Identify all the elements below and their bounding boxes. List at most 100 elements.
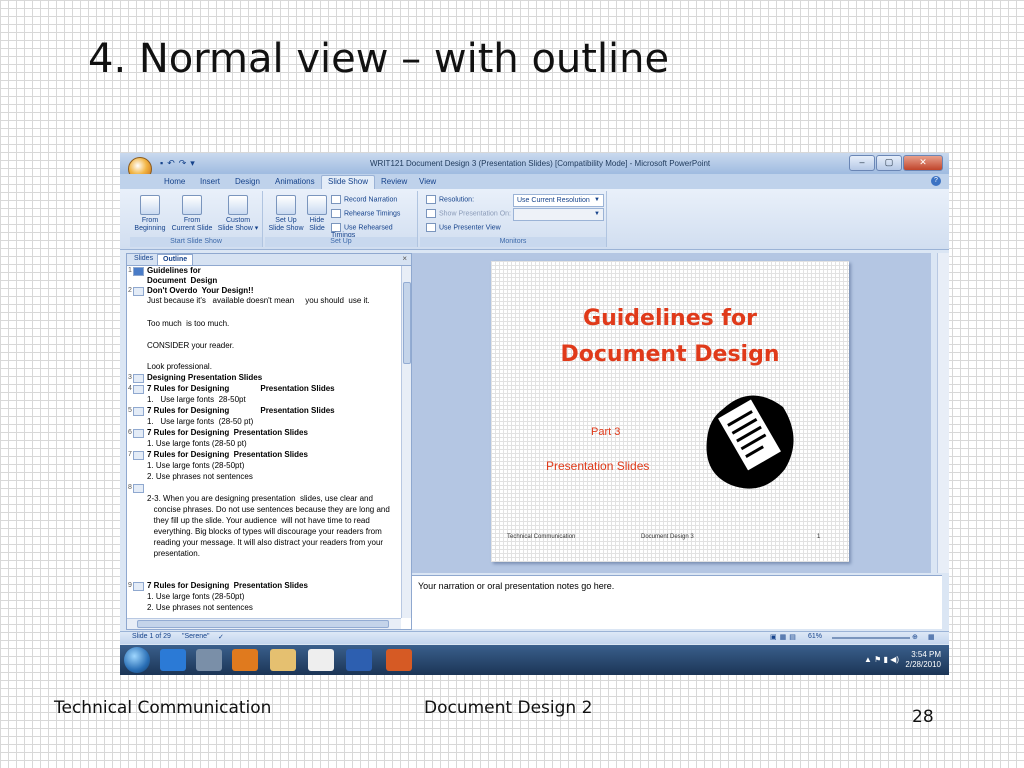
outline-slide-title[interactable]: 7 Rules for Designing Presentation Slide… bbox=[147, 406, 335, 416]
redo-icon[interactable]: ↷ bbox=[179, 158, 191, 168]
spell-check-icon[interactable]: ✓ bbox=[218, 633, 224, 641]
zoom-level[interactable]: 61% bbox=[808, 633, 822, 640]
zoom-slider[interactable] bbox=[832, 637, 910, 639]
outline-content[interactable]: 1 Guidelines for Document Design 2 Don't Ove… bbox=[127, 266, 401, 618]
hide-slide-button[interactable]: Hide Slide bbox=[305, 195, 329, 233]
outline-text-line[interactable]: 2. Use phrases not sentences bbox=[147, 603, 253, 613]
slide-icon[interactable] bbox=[133, 385, 144, 394]
slide-part[interactable]: Part 3 bbox=[591, 426, 620, 438]
slide-icon[interactable] bbox=[133, 484, 144, 493]
media-player-icon[interactable] bbox=[232, 649, 258, 671]
notes-placeholder[interactable]: Your narration or oral presentation note… bbox=[418, 581, 614, 591]
outline-horizontal-scrollbar[interactable] bbox=[127, 618, 401, 629]
outline-text-line[interactable]: 1. Use large fonts (28-50pt) bbox=[147, 592, 244, 602]
fit-slide-icon[interactable]: ▦ bbox=[928, 633, 935, 641]
record-narration-label: Record Narration bbox=[344, 196, 398, 204]
outline-pane: Slides Outline × 1 Guidelines for Document… bbox=[126, 253, 412, 630]
outline-text-line[interactable]: reading your message. It will also distr… bbox=[147, 538, 383, 548]
outline-slide-title[interactable]: 7 Rules for Designing Presentation Slide… bbox=[147, 581, 308, 591]
start-button[interactable] bbox=[124, 647, 150, 673]
tab-slides[interactable]: Slides bbox=[129, 254, 158, 264]
close-pane-icon[interactable]: × bbox=[402, 254, 407, 263]
outline-text-line[interactable]: CONSIDER your reader. bbox=[147, 341, 234, 351]
outline-text-line[interactable]: 2. Use phrases not sentences bbox=[147, 472, 253, 482]
outline-text-line[interactable]: they fill up the slide. Your audience wi… bbox=[147, 516, 370, 526]
outline-slide-title[interactable]: Don't Overdo Your Design!! bbox=[147, 286, 254, 296]
outline-text-line[interactable]: 2-3. When you are designing presentation… bbox=[147, 494, 373, 504]
slide-icon[interactable] bbox=[133, 451, 144, 460]
resolution-dropdown[interactable]: Use Current Resolution ▼ bbox=[513, 194, 604, 207]
view-buttons[interactable]: ▣▦▤ bbox=[770, 633, 799, 641]
slide-icon[interactable] bbox=[133, 287, 144, 296]
outline-slide-title[interactable]: Guidelines for bbox=[147, 266, 201, 276]
from-current-button[interactable]: From Current Slide bbox=[170, 195, 214, 233]
use-presenter-view-checkbox[interactable]: Use Presenter View bbox=[426, 223, 501, 232]
help-icon[interactable]: ? bbox=[931, 176, 941, 186]
slide-number: 9 bbox=[128, 582, 132, 589]
app-s-icon[interactable] bbox=[308, 649, 334, 671]
tab-outline[interactable]: Outline bbox=[157, 254, 194, 265]
tab-review[interactable]: Review bbox=[381, 177, 407, 186]
word-icon[interactable] bbox=[346, 649, 372, 671]
outline-text-line[interactable]: concise phrases. Do not use sentences be… bbox=[147, 505, 390, 515]
outline-slide-title[interactable]: 7 Rules for Designing Presentation Slide… bbox=[147, 428, 308, 438]
show-presentation-on-dropdown[interactable]: ▼ bbox=[513, 208, 604, 221]
maximize-button[interactable]: ▢ bbox=[876, 155, 902, 171]
undo-icon[interactable]: ↶ bbox=[167, 158, 179, 168]
clock[interactable]: 3:54 PM 2/28/2010 bbox=[905, 650, 941, 670]
outline-slide-title[interactable]: 7 Rules for Designing Presentation Slide… bbox=[147, 384, 335, 394]
set-up-slide-show-button[interactable]: Set Up Slide Show bbox=[267, 195, 305, 233]
slide-icon[interactable] bbox=[133, 582, 144, 591]
custom-slide-show-button[interactable]: Custom Slide Show ▾ bbox=[216, 195, 260, 233]
outline-text-line[interactable]: Too much is too much. bbox=[147, 319, 229, 329]
tab-design[interactable]: Design bbox=[235, 177, 260, 186]
outline-text-line[interactable]: 1. Use large fonts (28-50pt) bbox=[147, 461, 244, 471]
slide-subtitle[interactable]: Presentation Slides bbox=[546, 459, 649, 473]
microphone-icon bbox=[331, 195, 341, 204]
powerpoint-icon[interactable] bbox=[386, 649, 412, 671]
tab-animations[interactable]: Animations bbox=[275, 177, 315, 186]
slide-icon[interactable] bbox=[133, 429, 144, 438]
scroll-thumb[interactable] bbox=[137, 620, 389, 628]
outline-text-line[interactable]: 1. Use large fonts (28-50 pt) bbox=[147, 439, 247, 449]
page-number: 28 bbox=[912, 707, 934, 727]
tab-view[interactable]: View bbox=[419, 177, 436, 186]
document-clipart-icon[interactable] bbox=[703, 389, 799, 493]
scroll-thumb[interactable] bbox=[403, 282, 411, 364]
slide-icon[interactable] bbox=[133, 407, 144, 416]
from-beginning-button[interactable]: From Beginning bbox=[132, 195, 168, 233]
zoom-in-icon[interactable]: ⊕ bbox=[912, 633, 918, 641]
calculator-icon[interactable] bbox=[196, 649, 222, 671]
notes-pane[interactable]: Your narration or oral presentation note… bbox=[412, 575, 942, 629]
outline-text-line[interactable]: 1. Use large fonts (28-50 pt) bbox=[147, 417, 253, 427]
slide-icon[interactable] bbox=[133, 374, 144, 383]
minimize-button[interactable]: – bbox=[849, 155, 875, 171]
monitors-label: Monitors bbox=[420, 237, 606, 247]
rehearse-timings-button[interactable]: Rehearse Timings bbox=[331, 209, 400, 218]
outline-text-line[interactable]: everything. Big blocks of types will dis… bbox=[147, 527, 382, 537]
outline-vertical-scrollbar[interactable] bbox=[401, 266, 411, 618]
from-current-label-2: Current Slide bbox=[171, 225, 213, 232]
outline-text-line[interactable]: presentation. bbox=[147, 549, 200, 559]
outline-text-line[interactable]: 1. Use large fonts 28-50pt bbox=[147, 395, 246, 405]
quick-access-toolbar[interactable]: ▪↶↷▾ bbox=[160, 158, 199, 169]
outline-slide-title[interactable]: 7 Rules for Designing Presentation Slide… bbox=[147, 450, 308, 460]
from-current-icon bbox=[182, 195, 202, 215]
outline-slide-title[interactable]: Designing Presentation Slides bbox=[147, 373, 262, 383]
status-bar: Slide 1 of 29 "Serene" ✓ ▣▦▤ 61% ⊕ ▦ bbox=[120, 631, 949, 644]
record-narration-button[interactable]: Record Narration bbox=[331, 195, 397, 204]
slide-title[interactable]: Guidelines for Document Design bbox=[491, 301, 849, 373]
slide-icon[interactable] bbox=[133, 267, 144, 276]
tray-icons[interactable]: ▲ ⚑ ▮ ◀) bbox=[864, 655, 899, 664]
customize-icon[interactable]: ▾ bbox=[190, 158, 199, 168]
current-slide[interactable]: Guidelines for Document Design Part 3 Pr… bbox=[491, 261, 849, 562]
folder-icon[interactable] bbox=[270, 649, 296, 671]
close-button[interactable]: ✕ bbox=[903, 155, 943, 171]
slide-vertical-scrollbar[interactable] bbox=[937, 253, 949, 573]
tab-insert[interactable]: Insert bbox=[200, 177, 220, 186]
outline-slide-title[interactable]: Document Design bbox=[147, 276, 217, 286]
tab-home[interactable]: Home bbox=[164, 177, 185, 186]
outline-text-line[interactable]: Just because it's available doesn't mean… bbox=[147, 296, 370, 306]
outline-text-line[interactable]: Look professional. bbox=[147, 362, 212, 372]
internet-explorer-icon[interactable] bbox=[160, 649, 186, 671]
